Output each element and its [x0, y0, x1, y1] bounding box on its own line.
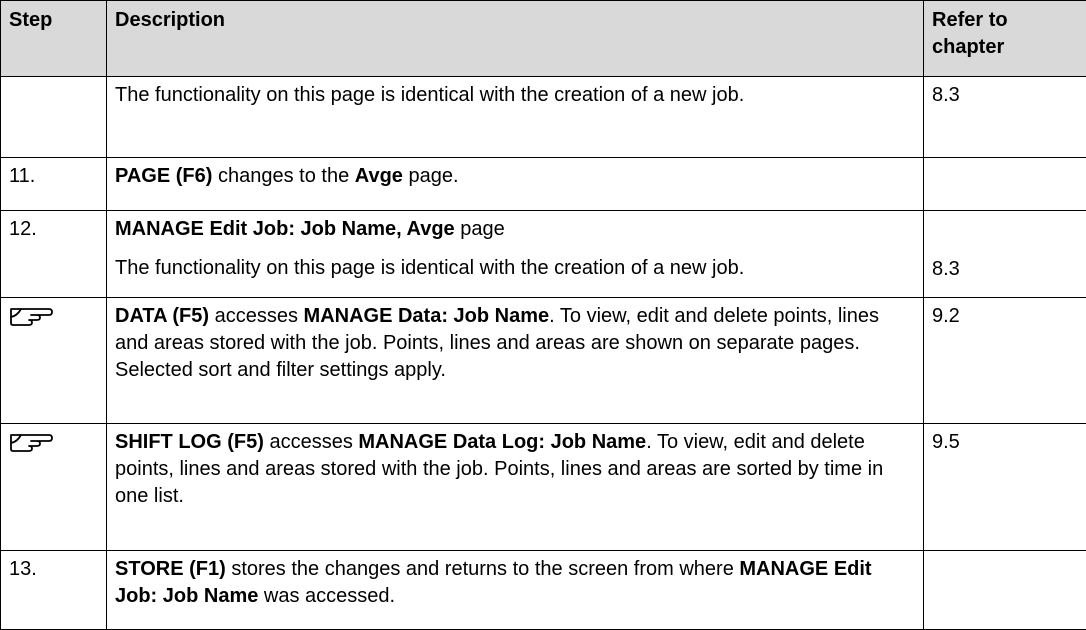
description-cell: SHIFT LOG (F5) accesses MANAGE Data Log:… — [106, 423, 924, 551]
description-paragraph: STORE (F1) stores the changes and return… — [107, 551, 923, 614]
description-cell: MANAGE Edit Job: Job Name, Avge page The … — [106, 209, 924, 298]
chapter-reference: 8.3 — [932, 257, 960, 280]
chapter-reference — [924, 211, 1086, 243]
description-bold-text: MANAGE Edit Job: Job Name, Avge — [115, 217, 455, 240]
table-row: 12. MANAGE Edit Job: Job Name, Avge page T… — [0, 209, 1086, 298]
step-cell — [0, 296, 107, 425]
description-paragraph: PAGE (F6) changes to the Avge page. — [107, 158, 923, 194]
description-text: accesses — [209, 304, 304, 327]
description-cell: PAGE (F6) changes to the Avge page. — [106, 157, 924, 211]
header-refer-to-chapter: Refer to chapter — [923, 0, 1086, 77]
table-header: Step Description Refer to chapter — [0, 0, 1086, 77]
step-cell — [0, 423, 107, 551]
refer-cell: 8.3 — [923, 209, 1086, 298]
description-paragraph: The functionality on this page is identi… — [107, 77, 923, 113]
header-description: Description — [106, 0, 924, 77]
description-bold-text: Avge — [354, 165, 403, 188]
step-cell: 13. — [0, 549, 107, 630]
description-text: stores the changes and returns to the sc… — [225, 557, 740, 580]
description-bold-text: SHIFT LOG (F5) — [115, 431, 264, 454]
step-number: 12. — [9, 217, 37, 240]
description-cell: DATA (F5) accesses MANAGE Data: Job Name… — [106, 296, 924, 425]
description-paragraph: SHIFT LOG (F5) accesses MANAGE Data Log:… — [107, 424, 923, 514]
refer-cell: 9.2 — [923, 296, 1086, 425]
chapter-reference — [924, 551, 1086, 583]
description-text: The functionality on this page is identi… — [115, 256, 745, 279]
step-number: 13. — [9, 557, 37, 580]
description-text: page. — [402, 165, 459, 188]
description-text: was accessed. — [258, 584, 396, 607]
chapter-reference — [924, 158, 1086, 190]
refer-cell: 9.5 — [923, 423, 1086, 551]
description-text: The functionality on this page is identi… — [115, 84, 745, 106]
table-row: SHIFT LOG (F5) accesses MANAGE Data Log:… — [0, 423, 1086, 551]
description-paragraph: MANAGE Edit Job: Job Name, Avge page — [107, 211, 923, 247]
table-row: 11. PAGE (F6) changes to the Avge page. — [0, 157, 1086, 211]
instruction-table: Step Description Refer to chapter The fu… — [0, 0, 1086, 630]
chapter-reference: 9.5 — [932, 431, 960, 454]
description-cell: STORE (F1) stores the changes and return… — [106, 549, 924, 630]
description-paragraph: DATA (F5) accesses MANAGE Data: Job Name… — [107, 298, 923, 388]
description-bold-text: MANAGE Data Log: Job Name — [358, 431, 647, 454]
description-bold-text: MANAGE Data: Job Name — [303, 304, 550, 327]
description-text: accesses — [263, 431, 359, 454]
header-row: Step Description Refer to chapter — [0, 0, 1086, 77]
refer-cell — [923, 157, 1086, 211]
description-bold-text: STORE (F1) — [115, 557, 226, 580]
table-row: 13. STORE (F1) stores the changes and ret… — [0, 549, 1086, 630]
step-cell: 12. — [0, 209, 107, 298]
table-row: DATA (F5) accesses MANAGE Data: Job Name… — [0, 296, 1086, 425]
table-body: The functionality on this page is identi… — [0, 75, 1086, 630]
header-step: Step — [0, 0, 107, 77]
step-cell — [0, 75, 107, 159]
chapter-reference: 9.2 — [932, 304, 960, 327]
step-cell: 11. — [0, 157, 107, 211]
refer-cell: 8.3 — [923, 75, 1086, 159]
description-paragraph: The functionality on this page is identi… — [107, 247, 923, 286]
chapter-reference: 8.3 — [932, 84, 960, 106]
description-cell: The functionality on this page is identi… — [106, 75, 924, 159]
pointing-hand-note-icon — [10, 434, 53, 453]
step-number: 11. — [9, 165, 36, 188]
step-number — [1, 77, 106, 86]
description-text: changes to the — [212, 165, 355, 188]
table-row: The functionality on this page is identi… — [0, 75, 1086, 159]
description-bold-text: PAGE (F6) — [115, 165, 213, 188]
description-bold-text: DATA (F5) — [115, 304, 210, 327]
refer-cell — [923, 549, 1086, 630]
description-text: page — [454, 217, 505, 240]
pointing-hand-note-icon — [10, 307, 53, 326]
